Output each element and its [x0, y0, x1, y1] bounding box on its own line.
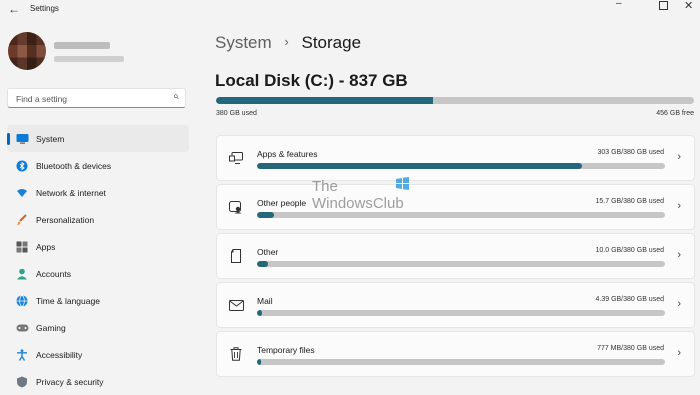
search-box[interactable]: ⌕ — [7, 88, 186, 109]
accessibility-icon — [15, 348, 29, 362]
user-email-redacted — [54, 56, 124, 62]
category-other-people[interactable]: Other people 15.7 GB/380 GB used › — [216, 184, 695, 230]
sidebar-item-bluetooth[interactable]: Bluetooth & devices — [7, 152, 189, 179]
category-usage-fill — [257, 163, 583, 169]
user-name-redacted — [54, 42, 110, 49]
category-name: Other — [257, 247, 279, 257]
sidebar-item-label: Network & internet — [36, 187, 106, 198]
globe-icon — [15, 294, 29, 308]
avatar[interactable] — [8, 32, 46, 70]
category-usage-bar — [257, 359, 665, 365]
sidebar-item-label: Bluetooth & devices — [36, 160, 112, 171]
category-usage-bar — [257, 310, 665, 316]
document-icon — [228, 248, 244, 264]
sidebar-item-label: Gaming — [36, 322, 66, 333]
sidebar-item-label: Accounts — [36, 268, 71, 279]
disk-title: Local Disk (C:) - 837 GB — [215, 71, 408, 90]
category-name: Apps & features — [257, 149, 318, 159]
breadcrumb: System › Storage — [215, 33, 361, 53]
sidebar-item-gaming[interactable]: Gaming — [7, 314, 189, 341]
chevron-right-icon: › — [677, 347, 681, 359]
sidebar-item-apps[interactable]: Apps — [7, 233, 189, 260]
network-icon — [15, 186, 29, 200]
chevron-right-icon: › — [677, 200, 681, 212]
disk-usage-fill — [216, 97, 433, 104]
storage-categories: Apps & features 303 GB/380 GB used › Oth… — [216, 135, 695, 380]
category-usage-fill — [257, 212, 274, 218]
chevron-right-icon: › — [677, 151, 681, 163]
disk-usage-bar — [216, 97, 694, 104]
sidebar-item-network[interactable]: Network & internet — [7, 179, 189, 206]
breadcrumb-separator: › — [284, 34, 289, 49]
sidebar-item-accessibility[interactable]: Accessibility — [7, 341, 189, 368]
mail-icon — [228, 297, 244, 313]
sidebar-item-label: Apps — [36, 241, 56, 252]
category-name: Other people — [257, 198, 307, 208]
apps-icon — [15, 240, 29, 254]
sidebar: ⌕ System Bluetooth & devices Network & i… — [0, 18, 200, 389]
sidebar-item-personalization[interactable]: Personalization — [7, 206, 189, 233]
category-usage-fill — [257, 310, 262, 316]
other-people-icon — [228, 199, 244, 215]
sidebar-item-label: Time & language — [36, 295, 100, 306]
disk-used-label: 380 GB used — [216, 110, 257, 117]
sidebar-item-label: Accessibility — [36, 349, 83, 360]
chevron-right-icon: › — [677, 249, 681, 261]
sidebar-item-label: Privacy & security — [36, 376, 104, 387]
sidebar-item-accounts[interactable]: Accounts — [7, 260, 189, 287]
page-title: Storage — [301, 33, 362, 52]
category-usage-bar — [257, 163, 665, 169]
category-usage: 4.39 GB/380 GB used — [595, 296, 665, 303]
category-temporary-files[interactable]: Temporary files 777 MB/380 GB used › — [216, 331, 695, 377]
category-apps-features[interactable]: Apps & features 303 GB/380 GB used › — [216, 135, 695, 181]
sidebar-nav: System Bluetooth & devices Network & int… — [7, 125, 189, 395]
category-other[interactable]: Other 10.0 GB/380 GB used › — [216, 233, 695, 279]
shield-icon — [15, 375, 29, 389]
category-name: Temporary files — [257, 345, 315, 355]
category-usage-fill — [257, 359, 262, 365]
sidebar-item-privacy[interactable]: Privacy & security — [7, 368, 189, 395]
category-usage: 777 MB/380 GB used — [597, 345, 664, 352]
category-mail[interactable]: Mail 4.39 GB/380 GB used › — [216, 282, 695, 328]
chevron-right-icon: › — [677, 298, 681, 310]
disk-free-label: 456 GB free — [656, 110, 694, 117]
search-icon[interactable]: ⌕ — [173, 91, 179, 102]
sidebar-item-label: System — [36, 133, 65, 144]
window-title: Settings — [30, 4, 59, 13]
category-usage-bar — [257, 212, 665, 218]
gaming-icon — [15, 321, 29, 335]
apps-features-icon — [228, 150, 244, 166]
search-input[interactable] — [14, 89, 168, 109]
trash-icon — [228, 346, 244, 362]
brush-icon — [15, 213, 29, 227]
title-bar: ← Settings – ✕ — [0, 0, 700, 18]
close-icon[interactable]: ✕ — [684, 0, 693, 12]
category-name: Mail — [257, 296, 273, 306]
sidebar-item-system[interactable]: System — [7, 125, 189, 152]
sidebar-item-time-language[interactable]: Time & language — [7, 287, 189, 314]
category-usage: 303 GB/380 GB used — [597, 149, 664, 156]
system-icon — [15, 132, 29, 146]
sidebar-item-label: Personalization — [36, 214, 95, 225]
category-usage: 10.0 GB/380 GB used — [595, 247, 665, 254]
minimize-icon[interactable]: – — [616, 0, 622, 9]
bluetooth-icon — [15, 159, 29, 173]
maximize-icon[interactable] — [659, 1, 668, 10]
category-usage-bar — [257, 261, 665, 267]
category-usage-fill — [257, 261, 268, 267]
accounts-icon — [15, 267, 29, 281]
category-usage: 15.7 GB/380 GB used — [595, 198, 665, 205]
breadcrumb-parent[interactable]: System — [215, 33, 272, 52]
back-arrow-icon[interactable]: ← — [8, 2, 20, 16]
